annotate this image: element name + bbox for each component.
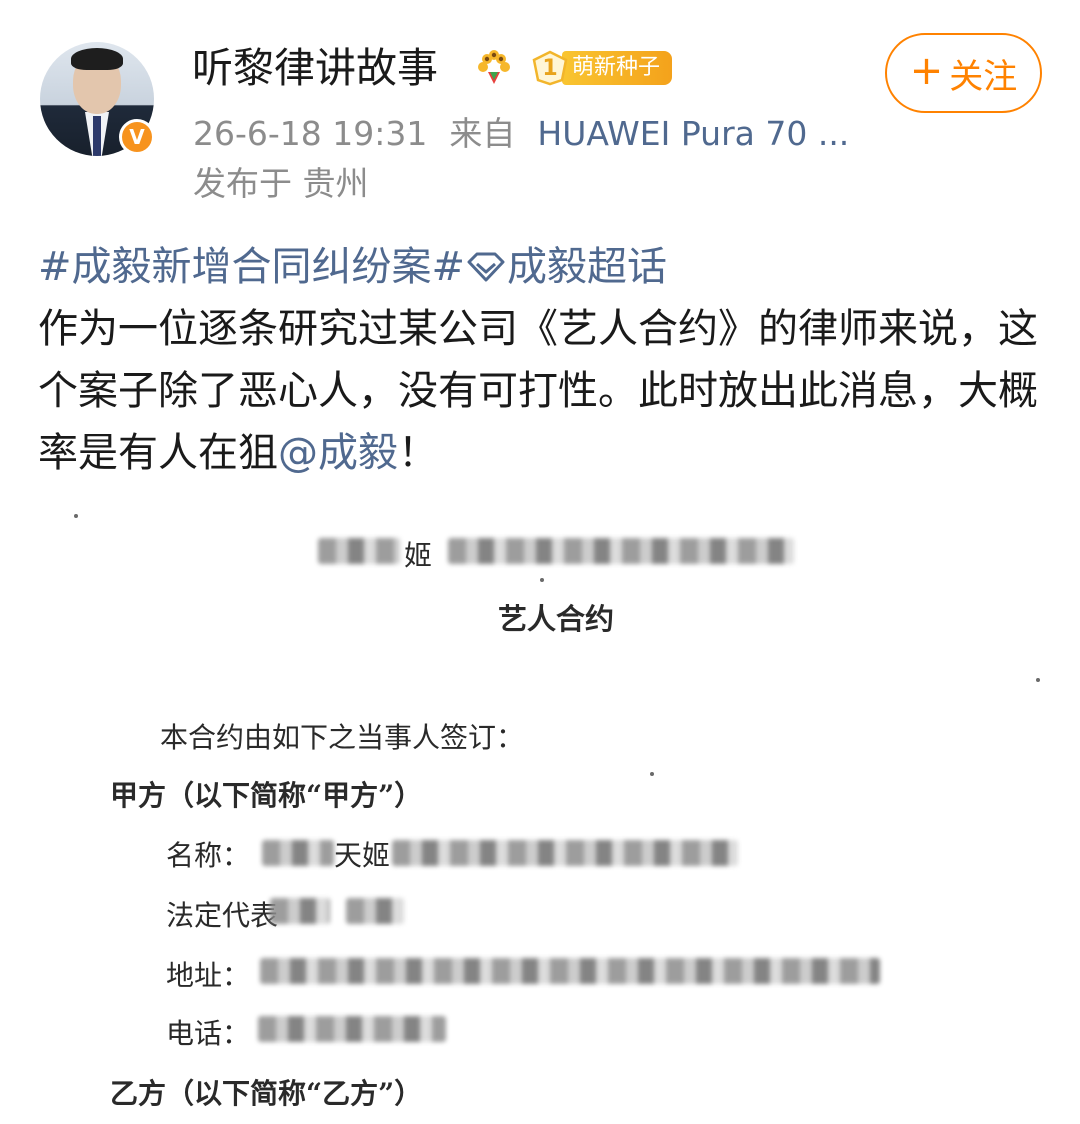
redacted-text — [392, 840, 738, 866]
level-badge[interactable]: 1 萌新种子 — [530, 50, 673, 86]
doc-intro: 本合约由如下之当事人签订： — [160, 721, 525, 754]
level-number-text: 1 — [542, 55, 558, 81]
doc-name-partial: 天姬 — [334, 839, 391, 872]
hashtag-topic[interactable]: #成毅新增合同纠纷案# — [38, 244, 465, 290]
scan-speck — [1036, 678, 1040, 682]
scan-speck — [650, 772, 654, 776]
supertopic-link[interactable]: 成毅超话 — [465, 244, 667, 290]
post-image-document[interactable]: 姬 艺人合约 本合约由如下之当事人签订： 甲方（以下简称“甲方”） 名称： 天姬… — [0, 500, 1080, 1124]
redacted-text — [262, 840, 334, 866]
doc-header-char: 姬 — [404, 539, 433, 572]
plus-icon: + — [909, 48, 944, 94]
redacted-text — [448, 538, 794, 564]
post-body-1: 作为一位逐条研究过某公司《艺人合约》的律师来说，这个案子除了恶心人，没有可打性。… — [38, 306, 1038, 476]
doc-phone-label: 电话： — [166, 1017, 251, 1050]
post-body-2: ！ — [398, 430, 438, 476]
redacted-text — [260, 958, 880, 984]
doc-party-b: 乙方（以下简称“乙方”） — [110, 1077, 423, 1110]
post-text: #成毅新增合同纠纷案# 成毅超话 作为一位逐条研究过某公司《艺人合约》的律师来说，… — [38, 236, 1048, 484]
mention-link[interactable]: @成毅 — [278, 430, 398, 476]
verified-badge-icon: V — [119, 119, 155, 155]
redacted-text — [258, 1016, 446, 1042]
post-timestamp: 26-6-18 19:31 — [193, 114, 428, 153]
doc-address-label: 地址： — [166, 959, 251, 992]
avatar-hair — [71, 48, 123, 70]
level-label: 萌新种子 — [562, 51, 673, 85]
scan-speck — [74, 514, 78, 518]
source-prefix: 来自 — [449, 114, 516, 153]
doc-name-label: 名称： — [166, 839, 251, 872]
doc-rep-label: 法定代表 — [166, 899, 279, 932]
post-meta: 26-6-18 19:31 来自 HUAWEI Pura 70 ... — [193, 112, 849, 156]
device-link[interactable]: HUAWEI Pura 70 ... — [537, 114, 849, 153]
redacted-text — [270, 898, 330, 924]
supertopic-label: 成毅超话 — [507, 244, 668, 290]
level-number: 1 — [530, 50, 570, 86]
sunflower-icon — [478, 50, 510, 84]
follow-button[interactable]: + 关注 — [885, 33, 1042, 113]
doc-title: 艺人合约 — [498, 602, 615, 636]
scan-speck — [540, 578, 544, 582]
diamond-icon — [467, 252, 505, 282]
follow-label: 关注 — [949, 56, 1018, 97]
doc-party-a: 甲方（以下简称“甲方”） — [110, 779, 423, 812]
author-name[interactable]: 听黎律讲故事 — [192, 42, 438, 94]
redacted-text — [346, 898, 404, 924]
redacted-text — [318, 538, 400, 564]
post-location: 发布于 贵州 — [193, 164, 369, 203]
avatar-tie — [93, 116, 101, 156]
